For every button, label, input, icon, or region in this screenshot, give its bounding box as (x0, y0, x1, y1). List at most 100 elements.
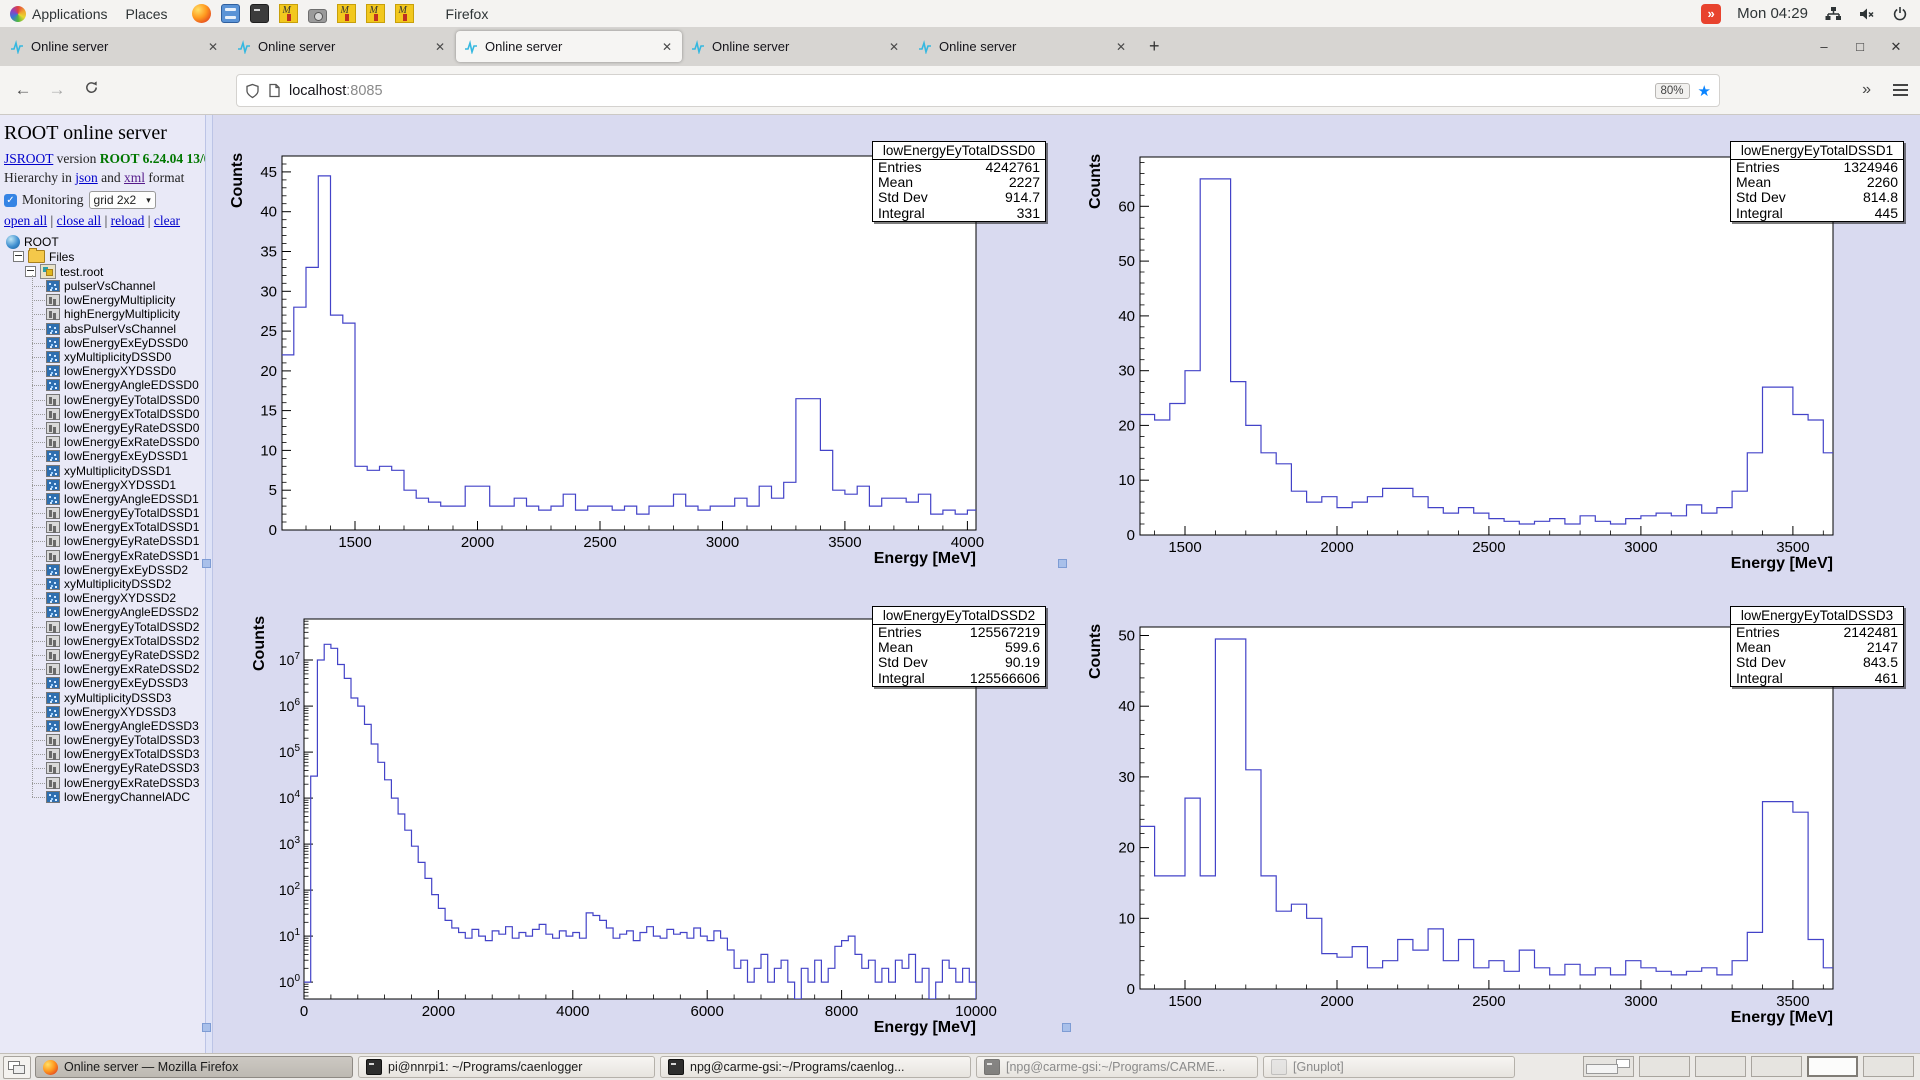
close-button[interactable]: ✕ (1882, 39, 1910, 55)
json-link[interactable]: json (75, 170, 98, 185)
tab-online-server-3[interactable]: Online server✕ (456, 31, 682, 62)
splitter-grip[interactable] (202, 559, 211, 568)
reload-button[interactable] (74, 80, 108, 100)
clock[interactable]: Mon 04:29 (1737, 5, 1808, 22)
tree-item-lowEnergyExRateDSSD2[interactable]: lowEnergyExRateDSSD2 (0, 662, 205, 676)
midas-launcher-icon[interactable] (337, 4, 356, 23)
tree-item-lowEnergyEyRateDSSD1[interactable]: lowEnergyEyRateDSSD1 (0, 534, 205, 548)
tree-item-lowEnergyXYDSSD1[interactable]: lowEnergyXYDSSD1 (0, 478, 205, 492)
splitter-grip[interactable] (202, 1023, 211, 1032)
reload-link[interactable]: reload (111, 213, 145, 228)
tree-item-lowEnergyEyRateDSSD2[interactable]: lowEnergyEyRateDSSD2 (0, 648, 205, 662)
menu-hamburger-icon[interactable] (1893, 89, 1908, 91)
tree-item-lowEnergyExRateDSSD1[interactable]: lowEnergyExRateDSSD1 (0, 549, 205, 563)
taskbar-window-2[interactable]: pi@nnrpi1: ~/Programs/caenlogger (358, 1056, 655, 1078)
tab-close-icon[interactable]: ✕ (433, 40, 447, 54)
maximize-button[interactable]: □ (1846, 39, 1874, 54)
tree-item-lowEnergyEyRateDSSD3[interactable]: lowEnergyEyRateDSSD3 (0, 761, 205, 775)
stats-box-lowEnergyEyTotalDSSD1[interactable]: lowEnergyEyTotalDSSD1Entries1324946Mean2… (1730, 141, 1904, 222)
minimize-button[interactable]: – (1810, 39, 1838, 54)
stats-box-lowEnergyEyTotalDSSD0[interactable]: lowEnergyEyTotalDSSD0Entries4242761Mean2… (872, 141, 1046, 222)
tree-item-lowEnergyExEyDSSD1[interactable]: lowEnergyExEyDSSD1 (0, 449, 205, 463)
tree-root-row[interactable]: ROOT (0, 234, 205, 249)
tree-item-lowEnergyEyTotalDSSD3[interactable]: lowEnergyEyTotalDSSD3 (0, 733, 205, 747)
tree-file-row[interactable]: test.root (0, 264, 205, 279)
tree-item-lowEnergyAngleEDSSD0[interactable]: lowEnergyAngleEDSSD0 (0, 378, 205, 392)
page-info-icon[interactable] (268, 83, 281, 98)
workspace-cell-1[interactable] (1583, 1056, 1634, 1077)
forward-button[interactable]: → (40, 80, 74, 100)
taskbar-window-3[interactable]: npg@carme-gsi:~/Programs/caenlog... (660, 1056, 971, 1078)
applications-menu[interactable]: Applications (10, 6, 108, 22)
tree-item-absPulserVsChannel[interactable]: absPulserVsChannel (0, 322, 205, 336)
tree-item-pulserVsChannel[interactable]: pulserVsChannel (0, 279, 205, 293)
taskbar-window-5[interactable]: [Gnuplot] (1263, 1056, 1515, 1078)
tree-item-xyMultiplicityDSSD2[interactable]: xyMultiplicityDSSD2 (0, 577, 205, 591)
bookmark-star-icon[interactable]: ★ (1698, 82, 1711, 100)
tab-online-server-4[interactable]: Online server✕ (683, 31, 909, 62)
workspace-cell-3[interactable] (1695, 1056, 1746, 1077)
taskbar-window-4[interactable]: [npg@carme-gsi:~/Programs/CARME... (976, 1056, 1258, 1078)
tab-close-icon[interactable]: ✕ (887, 40, 901, 54)
grid-grip[interactable] (1062, 1023, 1071, 1032)
tree-item-lowEnergyExEyDSSD3[interactable]: lowEnergyExEyDSSD3 (0, 676, 205, 690)
tree-item-lowEnergyExEyDSSD2[interactable]: lowEnergyExEyDSSD2 (0, 563, 205, 577)
pad-lowEnergyEyTotalDSSD3[interactable]: 1500200025003000350001020304050CountsEne… (1087, 624, 1839, 1026)
places-menu[interactable]: Places (126, 6, 168, 22)
workspace-cell-5[interactable] (1807, 1056, 1858, 1077)
shield-icon[interactable] (245, 83, 260, 99)
grid-grip[interactable] (1058, 559, 1067, 568)
tray-red-icon[interactable]: » (1701, 4, 1721, 24)
url-text[interactable]: localhost:8085 (289, 83, 1647, 99)
tree-item-lowEnergyExRateDSSD0[interactable]: lowEnergyExRateDSSD0 (0, 435, 205, 449)
overflow-chevron-icon[interactable]: » (1862, 81, 1871, 99)
tree-item-lowEnergyEyTotalDSSD1[interactable]: lowEnergyEyTotalDSSD1 (0, 506, 205, 520)
tree-item-lowEnergyEyRateDSSD0[interactable]: lowEnergyEyRateDSSD0 (0, 421, 205, 435)
file-manager-launcher-icon[interactable] (221, 4, 240, 23)
monitoring-grid-select[interactable]: grid 2x2 ▾ (89, 191, 156, 209)
stats-box-lowEnergyEyTotalDSSD3[interactable]: lowEnergyEyTotalDSSD3Entries2142481Mean2… (1730, 606, 1904, 687)
tree-item-lowEnergyXYDSSD3[interactable]: lowEnergyXYDSSD3 (0, 705, 205, 719)
tree-item-lowEnergyExEyDSSD0[interactable]: lowEnergyExEyDSSD0 (0, 336, 205, 350)
tree-item-lowEnergyAngleEDSSD3[interactable]: lowEnergyAngleEDSSD3 (0, 719, 205, 733)
tree-item-lowEnergyChannelADC[interactable]: lowEnergyChannelADC (0, 790, 205, 804)
collapse-expander-icon[interactable] (13, 251, 24, 262)
tab-online-server-5[interactable]: Online server✕ (910, 31, 1136, 62)
stats-box-lowEnergyEyTotalDSSD2[interactable]: lowEnergyEyTotalDSSD2Entries125567219Mea… (872, 606, 1046, 687)
midas-launcher-icon[interactable] (366, 4, 385, 23)
midas-launcher-icon[interactable] (279, 4, 298, 23)
histogram-grid-svg[interactable]: 1500200025003000350040000510152025303540… (213, 115, 1920, 1053)
url-bar[interactable]: localhost:8085 80% ★ (236, 74, 1720, 107)
jsroot-link[interactable]: JSROOT (4, 151, 53, 166)
zoom-level-badge[interactable]: 80% (1655, 83, 1690, 99)
tree-item-lowEnergyXYDSSD0[interactable]: lowEnergyXYDSSD0 (0, 364, 205, 378)
firefox-launcher-icon[interactable] (192, 4, 211, 23)
tree-item-lowEnergyXYDSSD2[interactable]: lowEnergyXYDSSD2 (0, 591, 205, 605)
tree-item-lowEnergyEyTotalDSSD0[interactable]: lowEnergyEyTotalDSSD0 (0, 393, 205, 407)
open-all-link[interactable]: open all (4, 213, 47, 228)
workspace-cell-6[interactable] (1863, 1056, 1914, 1077)
tree-files-row[interactable]: Files (0, 249, 205, 264)
workspace-cell-2[interactable] (1639, 1056, 1690, 1077)
tree-item-lowEnergyMultiplicity[interactable]: lowEnergyMultiplicity (0, 293, 205, 307)
tree-item-lowEnergyExTotalDSSD3[interactable]: lowEnergyExTotalDSSD3 (0, 747, 205, 761)
pad-lowEnergyEyTotalDSSD1[interactable]: 150020002500300035000102030405060CountsE… (1087, 154, 1839, 572)
tab-online-server-2[interactable]: Online server✕ (229, 31, 455, 62)
tree-item-lowEnergyExTotalDSSD1[interactable]: lowEnergyExTotalDSSD1 (0, 520, 205, 534)
clear-link[interactable]: clear (154, 213, 180, 228)
show-desktop-button[interactable] (3, 1056, 31, 1079)
tree-item-lowEnergyExTotalDSSD2[interactable]: lowEnergyExTotalDSSD2 (0, 634, 205, 648)
tree-item-xyMultiplicityDSSD0[interactable]: xyMultiplicityDSSD0 (0, 350, 205, 364)
midas-launcher-icon[interactable] (395, 4, 414, 23)
screenshot-tool-launcher-icon[interactable] (308, 9, 327, 23)
workspace-cell-4[interactable] (1751, 1056, 1802, 1077)
new-tab-button[interactable]: + (1137, 36, 1172, 57)
power-icon[interactable] (1892, 6, 1908, 22)
tree-item-lowEnergyExTotalDSSD0[interactable]: lowEnergyExTotalDSSD0 (0, 407, 205, 421)
tree-item-lowEnergyExRateDSSD3[interactable]: lowEnergyExRateDSSD3 (0, 776, 205, 790)
monitoring-checkbox[interactable]: ✓ (4, 194, 17, 207)
collapse-expander-icon[interactable] (25, 266, 36, 277)
volume-muted-icon[interactable] (1858, 6, 1876, 22)
tree-item-xyMultiplicityDSSD3[interactable]: xyMultiplicityDSSD3 (0, 690, 205, 704)
network-icon[interactable] (1824, 6, 1842, 22)
